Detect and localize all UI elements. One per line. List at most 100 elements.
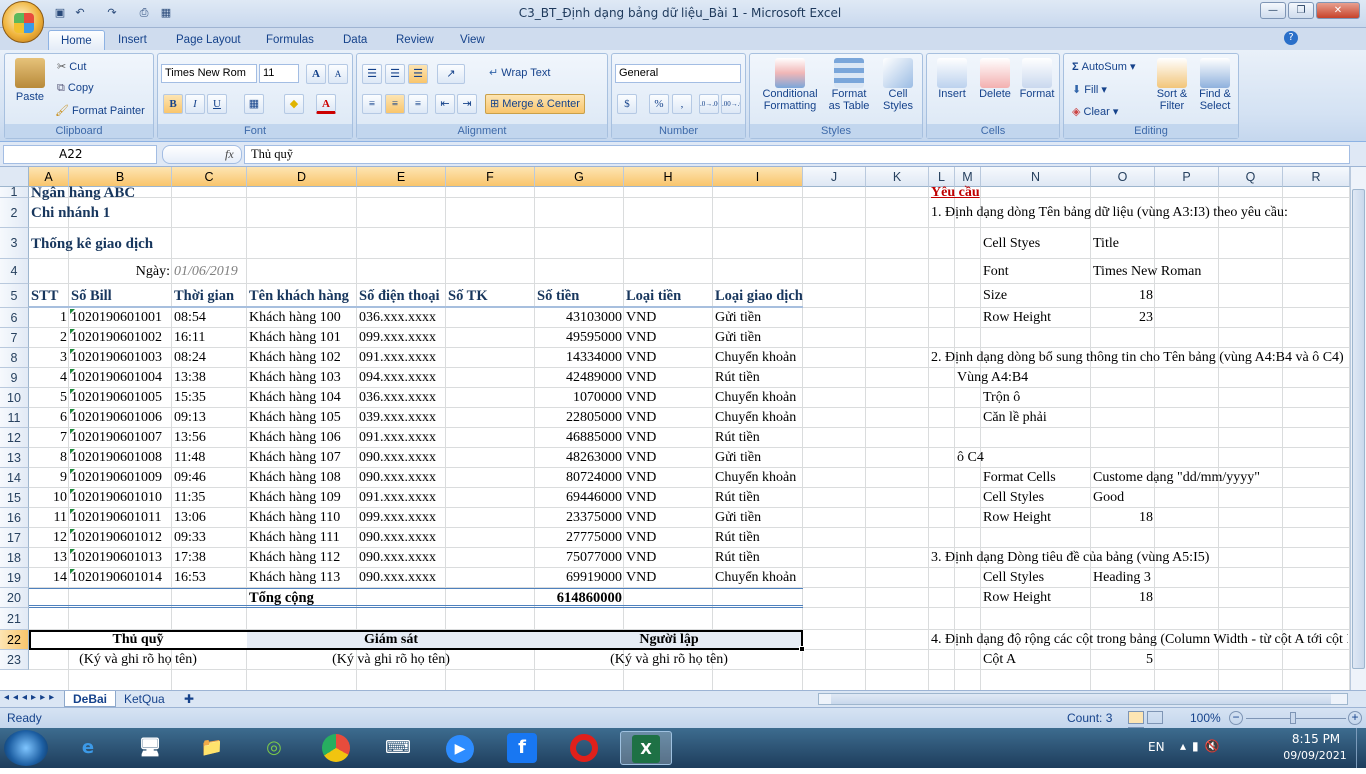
insert-function-button[interactable]: fx: [162, 145, 242, 164]
data-cell[interactable]: 14334000: [537, 348, 622, 368]
data-cell[interactable]: 49595000: [537, 328, 622, 348]
delete-cells-button[interactable]: Delete: [975, 58, 1015, 100]
worksheet-grid[interactable]: ABCDEFGHIJKLMNOPQR 1 2 3 4 5 6 7 8 9 10 11 12 13 14 15…: [0, 167, 1350, 690]
font-size-select[interactable]: 11: [259, 64, 299, 83]
column-header-h[interactable]: H: [624, 167, 713, 187]
data-cell[interactable]: 4: [31, 368, 67, 388]
data-cell[interactable]: VND: [626, 308, 711, 328]
italic-button[interactable]: I: [185, 94, 205, 114]
row-header-12[interactable]: 12: [0, 428, 29, 448]
data-cell[interactable]: 3: [31, 348, 67, 368]
data-cell[interactable]: 10: [31, 488, 67, 508]
data-cell[interactable]: Chuyển khoản: [715, 568, 801, 588]
data-cell[interactable]: 08:24: [174, 348, 245, 368]
data-cell[interactable]: 11: [31, 508, 67, 528]
data-cell[interactable]: 7: [31, 428, 67, 448]
data-cell[interactable]: Rút tiền: [715, 548, 801, 568]
align-top-button[interactable]: ☰: [362, 64, 382, 84]
grow-font-button[interactable]: A: [306, 64, 326, 84]
horizontal-scrollbar[interactable]: [818, 693, 1348, 705]
data-cell[interactable]: VND: [626, 348, 711, 368]
show-desktop-button[interactable]: [1356, 728, 1366, 768]
font-name-select[interactable]: Times New Rom: [161, 64, 257, 83]
data-cell[interactable]: 17:38: [174, 548, 245, 568]
save-icon[interactable]: ▣: [52, 5, 68, 21]
data-cell[interactable]: Khách hàng 102: [249, 348, 355, 368]
data-cell[interactable]: 1020190601011: [71, 508, 170, 528]
data-cell[interactable]: Rút tiền: [715, 528, 801, 548]
row-header-9[interactable]: 9: [0, 368, 29, 388]
data-cell[interactable]: Khách hàng 107: [249, 448, 355, 468]
data-cell[interactable]: Gửi tiền: [715, 508, 801, 528]
data-cell[interactable]: 80724000: [537, 468, 622, 488]
data-cell[interactable]: 039.xxx.xxxx: [359, 408, 444, 428]
conditional-formatting-button[interactable]: Conditional Formatting: [758, 58, 822, 112]
row-header-18[interactable]: 18: [0, 548, 29, 568]
column-header-p[interactable]: P: [1155, 167, 1219, 187]
data-cell[interactable]: 036.xxx.xxxx: [359, 388, 444, 408]
insert-sheet-icon[interactable]: ✚: [176, 691, 202, 707]
column-header-o[interactable]: O: [1091, 167, 1155, 187]
align-bottom-button[interactable]: ☰: [408, 64, 428, 84]
column-header-k[interactable]: K: [866, 167, 929, 187]
data-cell[interactable]: 09:33: [174, 528, 245, 548]
data-cell[interactable]: 16:53: [174, 568, 245, 588]
row-header-8[interactable]: 8: [0, 348, 29, 368]
zoom-in-button[interactable]: +: [1348, 711, 1362, 725]
data-cell[interactable]: 090.xxx.xxxx: [359, 548, 444, 568]
tab-insert[interactable]: Insert: [106, 30, 159, 50]
autosum-button[interactable]: Σ AutoSum ▾: [1072, 60, 1136, 73]
data-cell[interactable]: Khách hàng 101: [249, 328, 355, 348]
data-cell[interactable]: 14: [31, 568, 67, 588]
data-cell[interactable]: 9: [31, 468, 67, 488]
row-header-13[interactable]: 13: [0, 448, 29, 468]
tab-formulas[interactable]: Formulas: [254, 30, 326, 50]
row-header-23[interactable]: 23: [0, 650, 29, 670]
data-cell[interactable]: Chuyển khoản: [715, 468, 801, 488]
bold-button[interactable]: B: [163, 94, 183, 114]
network-icon[interactable]: 🖥: [124, 731, 176, 765]
keyboard-icon[interactable]: ⌨: [372, 731, 424, 765]
data-cell[interactable]: 1020190601010: [71, 488, 170, 508]
tab-data[interactable]: Data: [331, 30, 379, 50]
office-button[interactable]: [2, 1, 44, 43]
sort-filter-button[interactable]: Sort & Filter: [1152, 58, 1192, 112]
format-cells-button[interactable]: Format: [1017, 58, 1057, 100]
redo-icon[interactable]: ↷: [104, 5, 120, 21]
help-icon[interactable]: ?: [1284, 31, 1298, 45]
row-header-10[interactable]: 10: [0, 388, 29, 408]
row-header-4[interactable]: 4: [0, 259, 29, 284]
opera-icon[interactable]: [558, 731, 610, 765]
data-cell[interactable]: 1020190601004: [71, 368, 170, 388]
underline-button[interactable]: U: [207, 94, 227, 114]
data-cell[interactable]: 036.xxx.xxxx: [359, 308, 444, 328]
vertical-scrollbar[interactable]: [1350, 167, 1366, 690]
data-cell[interactable]: 13:56: [174, 428, 245, 448]
tab-review[interactable]: Review: [384, 30, 446, 50]
excel-taskbar-icon[interactable]: X: [620, 731, 672, 765]
view-buttons[interactable]: [1128, 711, 1182, 740]
row-header-22[interactable]: 22: [0, 630, 29, 650]
column-header-n[interactable]: N: [981, 167, 1091, 187]
data-cell[interactable]: Rút tiền: [715, 488, 801, 508]
select-all-corner[interactable]: [0, 167, 29, 187]
folder-icon[interactable]: 📁: [186, 731, 238, 765]
data-cell[interactable]: 16:11: [174, 328, 245, 348]
data-cell[interactable]: VND: [626, 448, 711, 468]
data-cell[interactable]: VND: [626, 388, 711, 408]
column-header-r[interactable]: R: [1283, 167, 1350, 187]
data-cell[interactable]: 75077000: [537, 548, 622, 568]
data-cell[interactable]: Gửi tiền: [715, 448, 801, 468]
data-cell[interactable]: 69446000: [537, 488, 622, 508]
data-cell[interactable]: 094.xxx.xxxx: [359, 368, 444, 388]
data-cell[interactable]: 5: [31, 388, 67, 408]
column-header-f[interactable]: F: [446, 167, 535, 187]
data-cell[interactable]: Khách hàng 105: [249, 408, 355, 428]
grid-icon[interactable]: ▦: [158, 5, 174, 21]
data-cell[interactable]: 13:38: [174, 368, 245, 388]
facebook-icon[interactable]: f: [496, 731, 548, 765]
data-cell[interactable]: Rút tiền: [715, 428, 801, 448]
tab-page-layout[interactable]: Page Layout: [164, 30, 253, 50]
data-cell[interactable]: 42489000: [537, 368, 622, 388]
row-header-11[interactable]: 11: [0, 408, 29, 428]
